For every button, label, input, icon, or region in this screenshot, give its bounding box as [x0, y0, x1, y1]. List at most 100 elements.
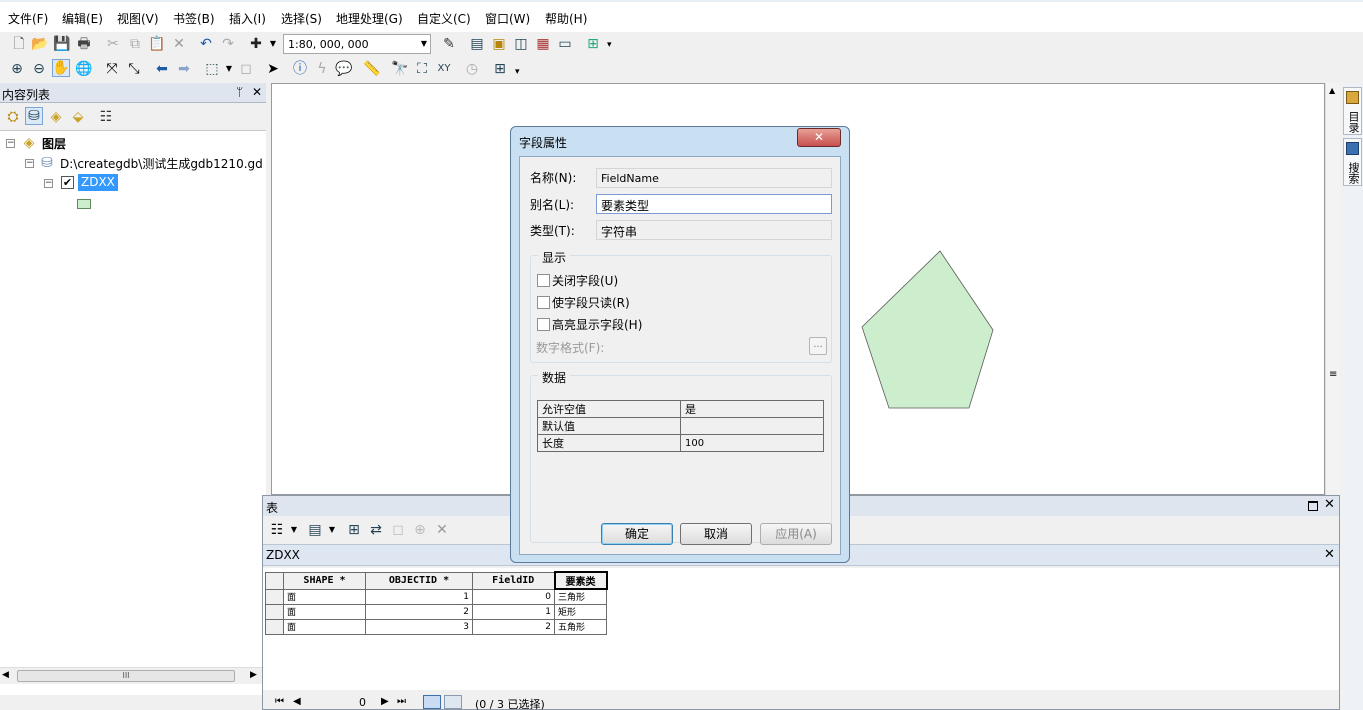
record-number[interactable]: 0 [359, 696, 366, 709]
menu-view[interactable]: 视图(V) [117, 10, 159, 27]
editor-toolbar-icon[interactable]: ✎ [440, 35, 458, 53]
readonly-checkbox[interactable] [537, 296, 550, 309]
switch-selection-icon[interactable]: ⇄ [367, 521, 385, 539]
full-extent-icon[interactable]: 🌐 [75, 60, 93, 78]
number-format-button[interactable]: ... [809, 337, 827, 355]
scroll-left-icon[interactable]: ◀ [2, 670, 9, 680]
pentagon-feature[interactable] [861, 250, 994, 409]
row-selector-header[interactable] [265, 571, 284, 590]
table-cell[interactable]: 五角形 [554, 618, 607, 635]
apply-button[interactable]: 应用(A) [760, 523, 832, 545]
chevron-down-icon[interactable]: ▼ [220, 60, 238, 78]
dialog-close-button[interactable]: ✕ [797, 128, 841, 147]
collapse-icon[interactable]: − [25, 159, 34, 168]
cancel-button[interactable]: 取消 [680, 523, 752, 545]
menu-windows[interactable]: 窗口(W) [485, 10, 530, 27]
table-row[interactable]: 允许空值 是 [537, 400, 824, 418]
menu-edit[interactable]: 编辑(E) [62, 10, 103, 27]
search-tab[interactable]: 搜索 [1343, 138, 1362, 186]
time-slider-icon[interactable]: ◷ [463, 60, 481, 78]
table-cell[interactable]: 面 [283, 588, 366, 605]
select-features-icon[interactable]: ⬚ [203, 60, 221, 78]
menu-bookmarks[interactable]: 书签(B) [173, 10, 215, 27]
chevron-down-icon[interactable]: ▼ [421, 39, 427, 48]
layer-name-label[interactable]: ZDXX [78, 174, 118, 191]
python-window-icon[interactable]: ▭ [556, 35, 574, 53]
table-cell[interactable]: 2 [472, 618, 555, 635]
table-cell[interactable]: 2 [365, 603, 473, 620]
last-record-icon[interactable]: ⏭ [397, 696, 406, 707]
map-vertical-scrollbar[interactable]: ▲ ≡ [1325, 83, 1340, 495]
identify-icon[interactable]: ⓘ [291, 60, 309, 78]
copy-icon[interactable]: ⧉ [126, 35, 144, 53]
table-cell[interactable]: 3 [365, 618, 473, 635]
delete-icon[interactable]: ✕ [170, 35, 188, 53]
zoom-in-icon[interactable]: ⊕ [8, 60, 26, 78]
pan-icon[interactable]: ✋ [52, 59, 70, 77]
table-row[interactable]: 面 3 2 五角形 [265, 618, 607, 635]
html-popup-icon[interactable]: 💬 [335, 60, 353, 78]
table-cell[interactable]: 1 [472, 603, 555, 620]
horizontal-scrollbar[interactable]: ◀ III ▶ [0, 667, 264, 684]
hyperlink-icon[interactable]: ϟ [313, 60, 331, 78]
table-cell[interactable]: 1 [365, 588, 473, 605]
table-cell[interactable]: 0 [472, 588, 555, 605]
close-field-checkbox[interactable] [537, 274, 550, 287]
table-cell[interactable]: 矩形 [554, 603, 607, 620]
save-icon[interactable]: 💾 [53, 35, 71, 53]
table-cell[interactable]: 面 [283, 618, 366, 635]
column-header[interactable]: SHAPE * [283, 571, 366, 590]
column-header[interactable]: 要素类 [553, 571, 608, 590]
close-icon[interactable]: ✕ [1324, 547, 1335, 562]
menu-file[interactable]: 文件(F) [8, 10, 48, 27]
show-all-records-icon[interactable] [423, 695, 441, 709]
table-row[interactable]: 默认值 [537, 417, 824, 435]
list-by-selection-icon[interactable]: ⬙ [69, 108, 87, 126]
paste-icon[interactable]: 📋 [148, 35, 166, 53]
menu-geoprocessing[interactable]: 地理处理(G) [336, 10, 403, 27]
model-builder-icon[interactable]: ⊞ [584, 35, 602, 53]
gdb-path-label[interactable]: D:\creategdb\测试生成gdb1210.gd [60, 155, 263, 172]
column-header[interactable]: FieldID [472, 571, 555, 590]
menu-customize[interactable]: 自定义(C) [417, 10, 471, 27]
highlight-checkbox[interactable] [537, 318, 550, 331]
go-to-xy-icon[interactable]: XY [435, 60, 453, 78]
fixed-zoom-in-icon[interactable]: ⤧ [103, 60, 121, 78]
scroll-thumb[interactable]: III [17, 670, 235, 682]
highlight-label[interactable]: 高亮显示字段(H) [552, 316, 642, 333]
close-icon[interactable]: ✕ [252, 85, 262, 99]
toolbar-options-icon[interactable]: ▾ [607, 40, 615, 54]
next-record-icon[interactable]: ▶ [381, 696, 389, 707]
select-elements-icon[interactable]: ➤ [264, 60, 282, 78]
related-tables-icon[interactable]: ▤ [306, 521, 324, 539]
options-icon[interactable]: ☷ [97, 108, 115, 126]
table-row[interactable]: 面 2 1 矩形 [265, 603, 607, 620]
table-row[interactable]: 面 1 0 三角形 [265, 588, 607, 605]
list-by-drawing-order-icon[interactable]: ⛭ [4, 108, 22, 126]
search-window-icon[interactable]: ◫ [512, 35, 530, 53]
menu-help[interactable]: 帮助(H) [545, 10, 587, 27]
scale-combobox[interactable]: 1:80, 000, 000 ▼ [283, 34, 431, 54]
property-value[interactable] [680, 417, 824, 435]
open-folder-icon[interactable]: 📂 [31, 35, 49, 53]
row-selector[interactable] [265, 603, 284, 620]
table-cell[interactable]: 面 [283, 603, 366, 620]
table-options-icon[interactable]: ☷ [268, 521, 286, 539]
close-icon[interactable]: ✕ [1324, 497, 1335, 512]
new-document-icon[interactable]: 🗋 [10, 35, 28, 53]
attribute-grid[interactable]: SHAPE * OBJECTID * FieldID 要素类 面 1 0 三角形… [263, 568, 1339, 690]
redo-icon[interactable]: ↷ [219, 35, 237, 53]
zoom-out-icon[interactable]: ⊖ [30, 60, 48, 78]
menu-selection[interactable]: 选择(S) [281, 10, 322, 27]
column-header[interactable]: OBJECTID * [365, 571, 473, 590]
find-icon[interactable]: 🔭 [391, 60, 409, 78]
row-selector[interactable] [265, 618, 284, 635]
first-record-icon[interactable]: ⏮ [275, 696, 284, 707]
alias-input[interactable]: 要素类型 [596, 194, 832, 214]
show-selected-records-icon[interactable] [444, 695, 462, 709]
list-by-source-icon[interactable]: ⛁ [25, 107, 43, 125]
polygon-symbol-swatch[interactable] [77, 199, 91, 209]
back-icon[interactable]: ⬅ [153, 60, 171, 78]
find-route-icon[interactable]: ⛶ [413, 60, 431, 78]
row-selector[interactable] [265, 588, 284, 605]
